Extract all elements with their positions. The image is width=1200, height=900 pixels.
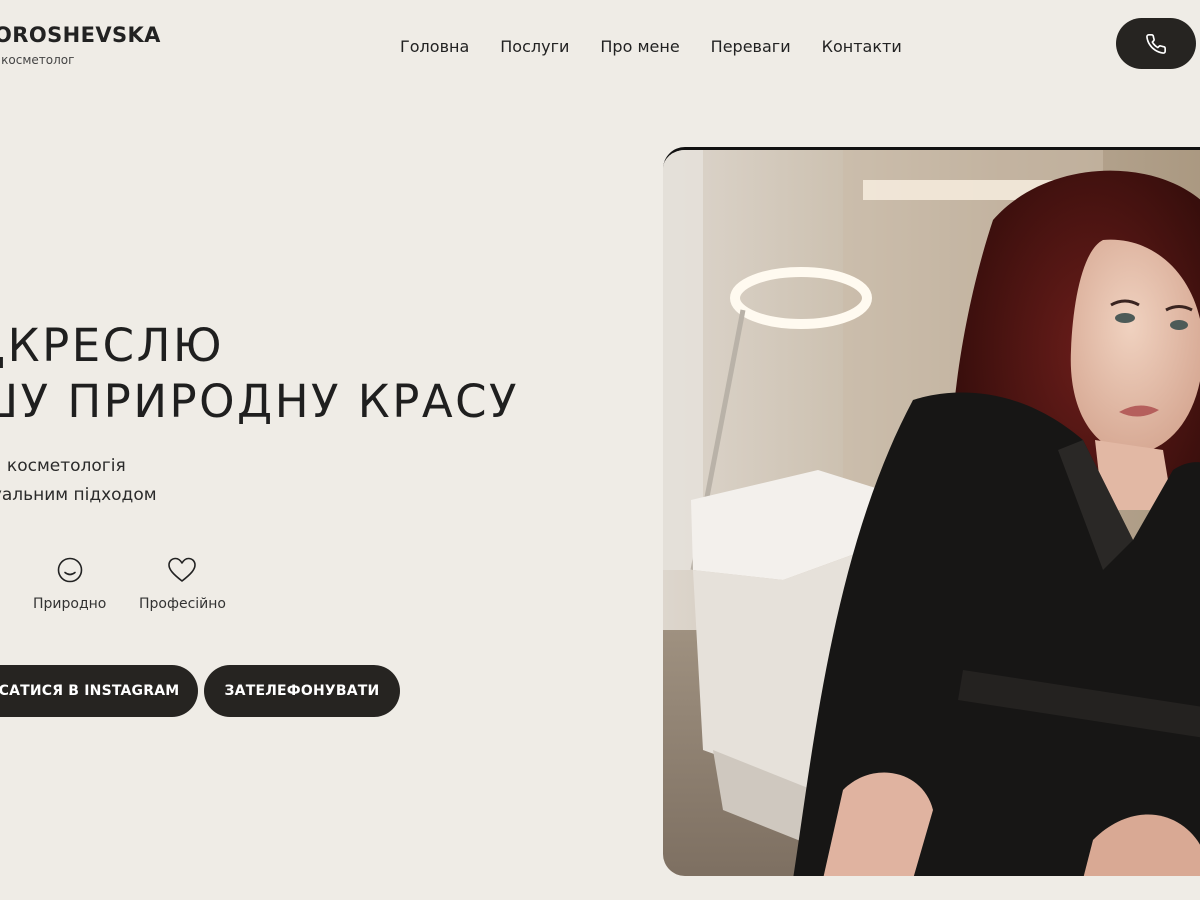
subtitle-line-1: на косметологія <box>0 456 126 476</box>
brand-subtitle: і косметолог <box>0 53 75 67</box>
nav-item-services[interactable]: Послуги <box>500 37 569 56</box>
nav-item-home[interactable]: Головна <box>400 37 469 56</box>
instagram-signup-button[interactable]: СAТИСЯ В INSTAGRAM <box>0 665 198 717</box>
feature-professional: Професійно <box>139 556 226 612</box>
smile-icon <box>57 557 82 583</box>
call-button[interactable]: ЗАТЕЛЕФОНУВАТИ <box>204 665 400 717</box>
nav-item-advantages[interactable]: Переваги <box>711 37 791 56</box>
feature-label: Професійно <box>139 596 226 612</box>
hero-photo <box>663 147 1200 876</box>
hero-headline: ДКРЕСЛЮ ШУ ПРИРОДНУ КРАСУ <box>0 318 519 430</box>
phone-icon <box>1146 33 1166 54</box>
subtitle-line-2: дуальним підходом <box>0 485 157 505</box>
nav-item-contacts[interactable]: Контакти <box>822 37 902 56</box>
hero-subtitle: на косметологія дуальним підходом <box>0 452 157 510</box>
headline-line-1: ДКРЕСЛЮ <box>0 319 225 372</box>
phone-button[interactable] <box>1116 18 1196 69</box>
feature-label: Природно <box>33 596 107 612</box>
page: OROSHEVSKA і косметолог Головна Послуги … <box>0 0 1200 900</box>
brand-logo[interactable]: OROSHEVSKA і косметолог <box>0 23 161 67</box>
feature-natural: Природно <box>33 556 106 612</box>
headline-line-2: ШУ ПРИРОДНУ КРАСУ <box>0 375 519 428</box>
heart-icon <box>168 557 197 582</box>
nav-item-about[interactable]: Про мене <box>600 37 679 56</box>
brand-name: OROSHEVSKA <box>0 23 161 47</box>
main-nav: Головна Послуги Про мене Переваги Контак… <box>400 37 902 56</box>
